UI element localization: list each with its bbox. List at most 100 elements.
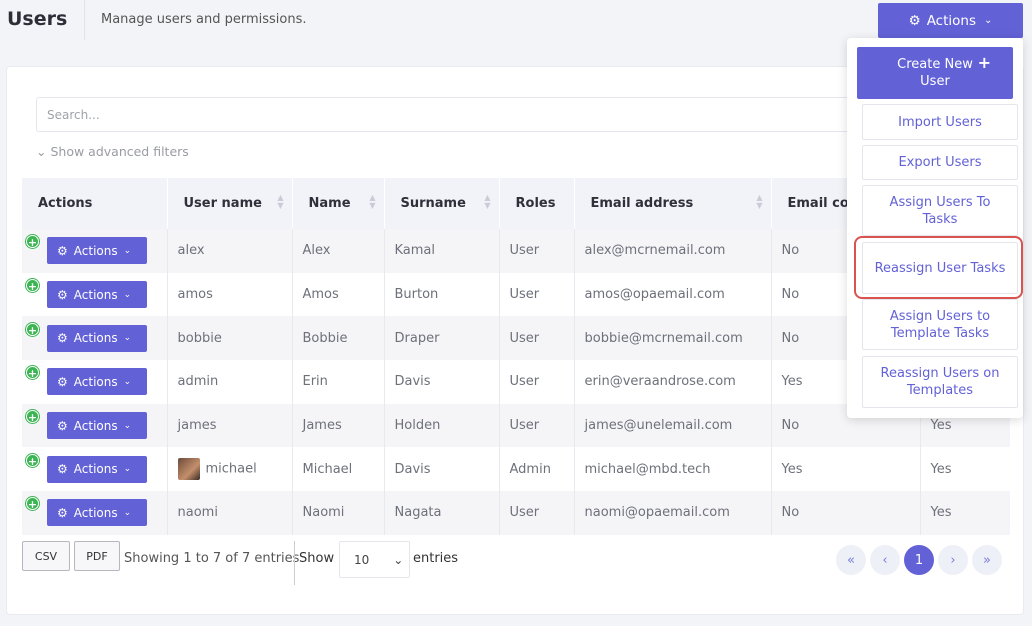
divider bbox=[294, 541, 295, 585]
username-cell: james bbox=[167, 403, 293, 448]
col-header-actions: Actions bbox=[22, 178, 168, 229]
pdf-export-button[interactable]: PDF bbox=[74, 541, 120, 571]
pagination-current[interactable]: 1 bbox=[904, 545, 934, 575]
menu-item-export-users[interactable]: Export Users bbox=[862, 145, 1018, 180]
email-confirmed-cell: No bbox=[771, 491, 921, 535]
role-cell: User bbox=[499, 403, 575, 448]
name-cell: Alex bbox=[292, 229, 385, 273]
chevron-down-icon: ⌄ bbox=[123, 333, 132, 344]
username: michael bbox=[205, 461, 257, 477]
gear-icon: ⚙ bbox=[57, 505, 68, 520]
row-actions-button[interactable]: ⚙ Actions ⌄ bbox=[47, 412, 147, 440]
entries-label: entries bbox=[413, 551, 459, 566]
expand-row-icon[interactable]: + bbox=[26, 322, 39, 337]
username-cell: bobbie bbox=[167, 316, 293, 361]
email-cell: bobbie@mcrnemail.com bbox=[574, 316, 772, 361]
username-cell: alex bbox=[167, 229, 293, 273]
name-cell: Erin bbox=[292, 360, 385, 404]
page-size-select[interactable]: 10 ⌄ bbox=[339, 541, 410, 578]
page-header: Users Manage users and permissions. ⚙ Ac… bbox=[0, 0, 1032, 40]
row-actions-cell: + ⚙ Actions ⌄ bbox=[22, 360, 168, 404]
surname-cell: Nagata bbox=[384, 491, 500, 535]
chevron-down-icon: ⌄ bbox=[123, 420, 132, 431]
row-actions-label: Actions bbox=[73, 287, 118, 302]
expand-row-icon[interactable]: + bbox=[26, 453, 39, 468]
email-cell: naomi@opaemail.com bbox=[574, 491, 772, 535]
row-actions-cell: + ⚙ Actions ⌄ bbox=[22, 272, 168, 317]
avatar bbox=[177, 458, 200, 481]
pagination-first[interactable]: « bbox=[836, 545, 866, 575]
search-input[interactable] bbox=[36, 97, 886, 132]
row-actions-button[interactable]: ⚙ Actions ⌄ bbox=[47, 281, 147, 309]
expand-row-icon[interactable]: + bbox=[26, 279, 39, 293]
title-divider bbox=[84, 0, 85, 40]
row-actions-button[interactable]: ⚙ Actions ⌄ bbox=[47, 499, 147, 527]
role-cell: User bbox=[499, 491, 575, 535]
col-header-username[interactable]: User name ▲ ▼ bbox=[167, 178, 293, 229]
pagination-prev[interactable]: ‹ bbox=[870, 545, 900, 575]
email-cell: alex@mcrnemail.com bbox=[574, 229, 772, 273]
username: admin bbox=[177, 374, 219, 390]
plus-icon: + bbox=[977, 53, 991, 72]
username-cell: amos bbox=[167, 272, 293, 317]
csv-export-button[interactable]: CSV bbox=[22, 541, 70, 571]
expand-row-icon[interactable]: + bbox=[26, 497, 39, 511]
advanced-filters-toggle[interactable]: ⌄ Show advanced filters bbox=[36, 144, 189, 159]
col-header-roles[interactable]: Roles bbox=[499, 178, 575, 229]
sort-icon: ▲ ▼ bbox=[369, 193, 376, 210]
page-subtitle: Manage users and permissions. bbox=[101, 12, 307, 27]
create-user-label: Create New User bbox=[897, 57, 973, 89]
email-cell: michael@mbd.tech bbox=[574, 447, 772, 492]
row-actions-button[interactable]: ⚙ Actions ⌄ bbox=[47, 455, 147, 483]
name-cell: Bobbie bbox=[292, 316, 385, 361]
table-row: + ⚙ Actions ⌄ michael Michael Davis Admin michae… bbox=[22, 447, 1010, 492]
row-actions-cell: + ⚙ Actions ⌄ bbox=[22, 403, 168, 448]
page-title: Users bbox=[7, 8, 68, 30]
chevron-down-icon: ⌄ bbox=[123, 376, 132, 387]
expand-row-icon[interactable]: + bbox=[26, 235, 39, 249]
row-actions-button[interactable]: ⚙ Actions ⌄ bbox=[47, 368, 147, 396]
surname-cell: Draper bbox=[384, 316, 500, 361]
page-size-value: 10 bbox=[354, 552, 370, 567]
row-actions-cell: + ⚙ Actions ⌄ bbox=[22, 229, 168, 273]
actions-label: Actions bbox=[926, 12, 977, 29]
active-cell: Yes bbox=[920, 491, 1010, 535]
chevron-down-icon: ⌄ bbox=[123, 245, 132, 256]
sort-icon: ▲ ▼ bbox=[277, 193, 284, 210]
surname-cell: Kamal bbox=[384, 229, 500, 273]
name-cell: Michael bbox=[292, 447, 385, 492]
col-header-email[interactable]: Email address ▲ ▼ bbox=[574, 178, 772, 229]
role-cell: User bbox=[499, 229, 575, 273]
entries-info: Showing 1 to 7 of 7 entries bbox=[124, 551, 300, 566]
pagination-next[interactable]: › bbox=[938, 545, 968, 575]
col-header-surname[interactable]: Surname ▲ ▼ bbox=[384, 178, 500, 229]
row-actions-button[interactable]: ⚙ Actions ⌄ bbox=[47, 237, 147, 265]
menu-item-assign-users-to-tasks[interactable]: Assign Users To Tasks bbox=[862, 185, 1018, 236]
show-label: Show bbox=[299, 551, 335, 566]
chevron-down-icon: ⌄ bbox=[393, 552, 404, 567]
username: alex bbox=[177, 243, 205, 259]
username-cell: michael bbox=[167, 447, 293, 492]
row-actions-cell: + ⚙ Actions ⌄ bbox=[22, 491, 168, 535]
role-cell: User bbox=[499, 360, 575, 404]
create-new-user-button[interactable]: Create New User + bbox=[857, 47, 1013, 99]
gear-icon: ⚙ bbox=[57, 418, 68, 433]
gear-icon: ⚙ bbox=[57, 287, 68, 302]
row-actions-button[interactable]: ⚙ Actions ⌄ bbox=[47, 324, 147, 352]
menu-item-import-users[interactable]: Import Users bbox=[862, 104, 1018, 140]
name-cell: Naomi bbox=[292, 491, 385, 535]
expand-row-icon[interactable]: + bbox=[26, 366, 39, 380]
sort-icon: ▲ ▼ bbox=[756, 193, 763, 210]
username: naomi bbox=[177, 505, 218, 521]
menu-item-assign-users-to-template-tasks[interactable]: Assign Users to Template Tasks bbox=[862, 299, 1018, 350]
menu-item-reassign-users-on-templates[interactable]: Reassign Users on Templates bbox=[862, 356, 1018, 408]
row-actions-label: Actions bbox=[73, 243, 118, 258]
chevron-down-icon: ⌄ bbox=[36, 144, 47, 159]
col-header-name[interactable]: Name ▲ ▼ bbox=[292, 178, 385, 229]
row-actions-cell: + ⚙ Actions ⌄ bbox=[22, 316, 168, 361]
pagination-last[interactable]: » bbox=[972, 545, 1002, 575]
actions-dropdown-button[interactable]: ⚙ Actions ⌄ bbox=[878, 3, 1023, 38]
username: bobbie bbox=[177, 330, 222, 346]
expand-row-icon[interactable]: + bbox=[26, 410, 39, 424]
email-cell: james@unelemail.com bbox=[574, 403, 772, 448]
